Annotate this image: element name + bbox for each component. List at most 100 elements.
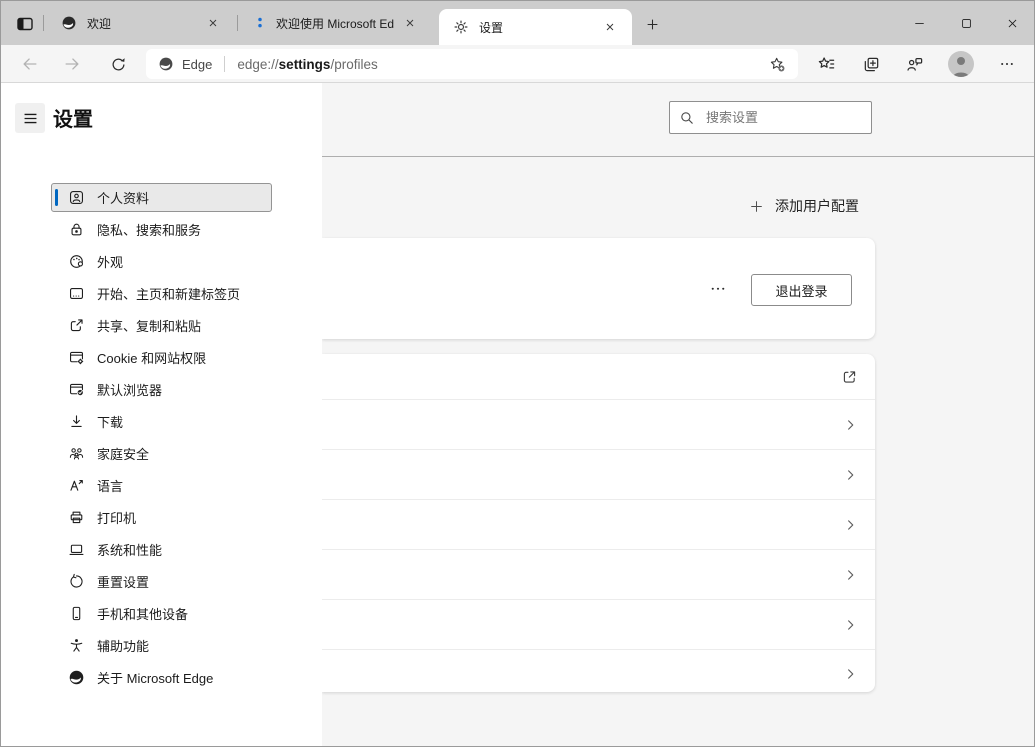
sidebar-item-label: 辅助功能	[97, 639, 150, 654]
accessibility-person-icon	[68, 637, 85, 654]
settings-row[interactable]	[322, 649, 875, 698]
selected-accent-bar	[55, 189, 58, 206]
minimize-button[interactable]	[898, 7, 940, 39]
tab-settings-active[interactable]: 设置	[439, 9, 632, 45]
settings-sidebar: 设置 个人资料 隐私、搜索和服务 外观 开始、主页和新建标签页 共享、复制和粘贴…	[1, 83, 322, 746]
sidebar-item-label: 打印机	[97, 511, 137, 526]
site-label: Edge	[182, 56, 213, 72]
sidebar-item-privacy[interactable]: 隐私、搜索和服务	[51, 215, 272, 244]
person-chat-icon	[905, 55, 924, 74]
sidebar-item-label: 家庭安全	[97, 447, 150, 462]
edge-logo-icon	[158, 56, 174, 72]
sidebar-item-cookies-permissions[interactable]: Cookie 和网站权限	[51, 343, 272, 372]
profile-avatar-button[interactable]	[947, 50, 975, 78]
new-tab-button[interactable]	[639, 11, 665, 37]
share-box-icon	[68, 317, 85, 334]
sidebar-item-label: 开始、主页和新建标签页	[97, 287, 241, 302]
sidebar-item-reset-settings[interactable]: 重置设置	[51, 567, 272, 596]
avatar-icon	[948, 51, 974, 77]
edge-logo-icon	[68, 669, 85, 686]
address-bar[interactable]: Edge edge://settings/profiles	[146, 49, 798, 79]
phone-icon	[68, 605, 85, 622]
close-window-button[interactable]	[991, 7, 1033, 39]
sidebar-item-label: 语言	[97, 479, 124, 494]
tab-welcome-edge[interactable]: 欢迎使用 Microsoft Edg	[240, 1, 432, 45]
tab-strip: 欢迎 欢迎使用 Microsoft Edg 设置	[1, 1, 1034, 45]
settings-menu-button[interactable]	[993, 50, 1021, 78]
workspaces-icon	[15, 14, 35, 34]
sidebar-item-languages[interactable]: 语言	[51, 471, 272, 500]
more-horizontal-icon	[709, 279, 727, 297]
sidebar-item-accessibility[interactable]: 辅助功能	[51, 631, 272, 660]
browser-gear-icon	[68, 349, 85, 366]
collections-icon	[862, 55, 881, 74]
sidebar-item-phone-devices[interactable]: 手机和其他设备	[51, 599, 272, 628]
settings-row[interactable]	[322, 449, 875, 499]
sidebar-item-downloads[interactable]: 下载	[51, 407, 272, 436]
sidebar-item-printers[interactable]: 打印机	[51, 503, 272, 532]
add-profile-button[interactable]: 添加用户配置	[749, 193, 859, 219]
sidebar-item-start-home-newtab[interactable]: 开始、主页和新建标签页	[51, 279, 272, 308]
url-highlight: settings	[278, 56, 331, 72]
toolbar: Edge edge://settings/profiles	[1, 45, 1034, 83]
palette-icon	[68, 253, 85, 270]
sidebar-item-family-safety[interactable]: 家庭安全	[51, 439, 272, 468]
profile-badge-icon	[68, 189, 85, 206]
plus-icon	[749, 199, 764, 214]
gear-icon	[453, 19, 469, 35]
tab-separator	[237, 15, 238, 31]
tab-close-icon[interactable]	[600, 17, 620, 37]
sidebar-item-label: 隐私、搜索和服务	[97, 223, 202, 238]
settings-search-box[interactable]	[669, 101, 872, 134]
favorites-button[interactable]	[812, 50, 840, 78]
laptop-icon	[68, 541, 85, 558]
tab-actions-menu-button[interactable]	[13, 12, 37, 36]
sidebar-title: 设置	[53, 109, 93, 131]
chevron-right-icon	[843, 417, 858, 432]
tab-separator	[43, 15, 44, 31]
back-button[interactable]	[16, 50, 44, 78]
address-separator	[224, 56, 226, 72]
tab-close-icon[interactable]	[203, 13, 223, 33]
family-group-icon	[68, 445, 85, 462]
tab-close-icon[interactable]	[400, 13, 420, 33]
sidebar-item-appearance[interactable]: 外观	[51, 247, 272, 276]
sidebar-item-profiles[interactable]: 个人资料	[51, 183, 272, 212]
sidebar-menu-button[interactable]	[15, 103, 45, 133]
settings-search-input[interactable]	[704, 109, 862, 126]
tab-title: 欢迎	[87, 16, 112, 31]
sidebar-item-label: 重置设置	[97, 575, 150, 590]
add-profile-label: 添加用户配置	[775, 198, 859, 214]
settings-row[interactable]	[322, 599, 875, 649]
settings-row[interactable]	[322, 499, 875, 549]
language-a-icon	[68, 477, 85, 494]
chevron-right-icon	[843, 667, 858, 682]
settings-row[interactable]	[322, 549, 875, 599]
collections-button[interactable]	[857, 50, 885, 78]
download-arrow-icon	[68, 413, 85, 430]
sidebar-item-share-copy-paste[interactable]: 共享、复制和粘贴	[51, 311, 272, 340]
sign-out-button[interactable]: 退出登录	[751, 274, 852, 306]
tab-welcome[interactable]: 欢迎	[47, 1, 235, 45]
chevron-right-icon	[843, 517, 858, 532]
sidebar-item-default-browser[interactable]: 默认浏览器	[51, 375, 272, 404]
maximize-button[interactable]	[945, 7, 987, 39]
favorites-star-icon	[817, 55, 836, 74]
tab-title: 设置	[479, 20, 504, 35]
url-suffix: /profiles	[330, 56, 378, 72]
browser-window: 欢迎 欢迎使用 Microsoft Edg 设置 Edge edge://set…	[0, 0, 1035, 747]
add-favorite-button[interactable]	[760, 51, 794, 77]
sidebar-item-label: 外观	[97, 255, 124, 270]
settings-row[interactable]	[322, 399, 875, 449]
settings-row-external[interactable]	[322, 354, 875, 399]
sidebar-item-label: 手机和其他设备	[97, 607, 189, 622]
chevron-right-icon	[843, 567, 858, 582]
forward-arrow-icon	[63, 55, 81, 73]
browser-essentials-button[interactable]	[900, 50, 928, 78]
sidebar-item-system-performance[interactable]: 系统和性能	[51, 535, 272, 564]
profile-more-options-button[interactable]	[703, 275, 733, 301]
sidebar-item-about-edge[interactable]: 关于 Microsoft Edge	[51, 663, 272, 692]
sidebar-item-label: 默认浏览器	[97, 383, 163, 398]
reload-button[interactable]	[104, 50, 132, 78]
forward-button[interactable]	[58, 50, 86, 78]
